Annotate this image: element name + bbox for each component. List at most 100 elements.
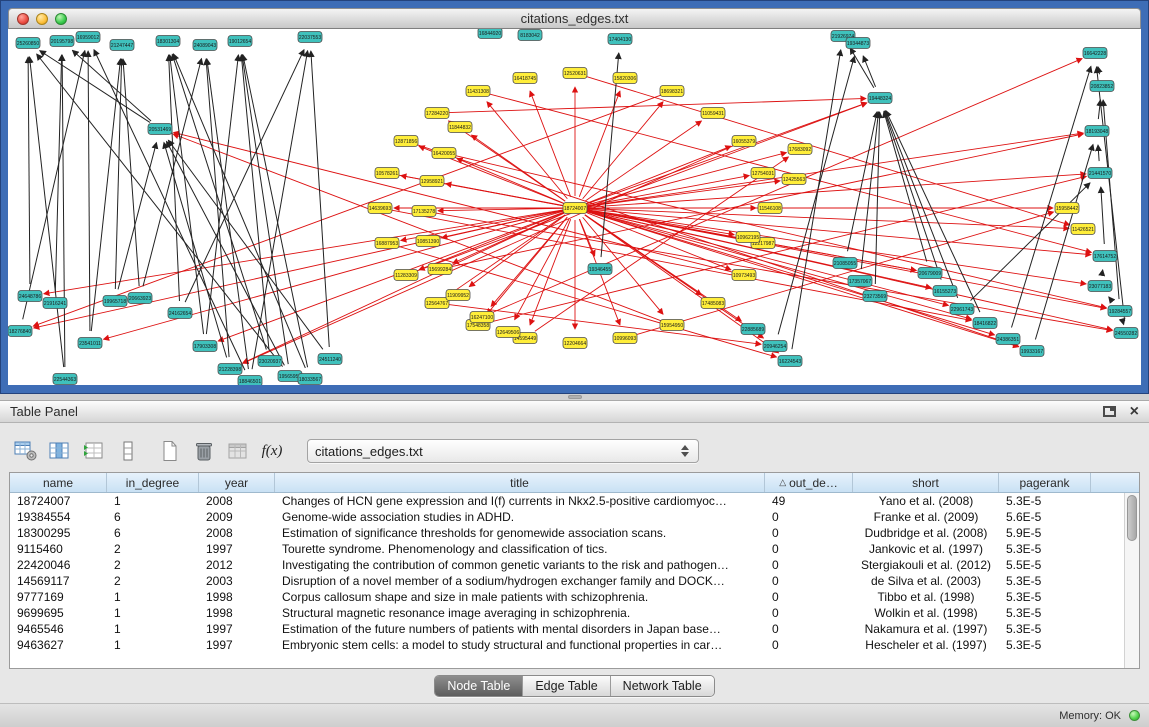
table-cell[interactable]: 5.3E-5: [999, 541, 1091, 557]
graph-edge[interactable]: [173, 54, 305, 368]
table-cell[interactable]: 6: [107, 509, 199, 525]
table-cell[interactable]: 5.6E-5: [999, 509, 1091, 525]
graph-edge[interactable]: [850, 48, 874, 88]
zoom-window-button[interactable]: [55, 13, 67, 25]
graph-edge[interactable]: [252, 51, 308, 369]
graph-node[interactable]: 23077183: [1088, 281, 1112, 292]
table-cell[interactable]: 9115460: [10, 541, 107, 557]
table-cell[interactable]: 2: [107, 573, 199, 589]
column-header-short[interactable]: short: [853, 473, 999, 492]
tab-edge-table[interactable]: Edge Table: [523, 676, 610, 696]
graph-edge[interactable]: [1011, 66, 1090, 327]
graph-edge[interactable]: [587, 208, 1069, 228]
panel-splitter[interactable]: [0, 394, 1149, 400]
graph-node[interactable]: 15699284: [428, 264, 452, 275]
graph-node[interactable]: 16418745: [513, 73, 537, 84]
graph-node[interactable]: 17485083: [701, 298, 725, 309]
graph-node[interactable]: 11909952: [446, 290, 470, 301]
table-cell[interactable]: 2008: [199, 525, 275, 541]
table-cell[interactable]: Wolkin et al. (1998): [853, 605, 999, 621]
tab-node-table[interactable]: Node Table: [435, 676, 523, 696]
table-row[interactable]: 969969511998Structural magnetic resonanc…: [10, 605, 1139, 621]
table-cell[interactable]: 22420046: [10, 557, 107, 573]
graph-node[interactable]: 24550282: [1114, 328, 1138, 339]
graph-node[interactable]: 17135278: [412, 206, 436, 217]
graph-node[interactable]: 16887953: [375, 238, 399, 249]
graph-edge[interactable]: [1101, 187, 1104, 244]
graph-node[interactable]: 12564767: [425, 298, 449, 309]
graph-node[interactable]: 17614752: [1093, 251, 1117, 262]
table-cell[interactable]: 5.3E-5: [999, 573, 1091, 589]
graph-edge[interactable]: [792, 50, 841, 349]
table-cell[interactable]: Yano et al. (2008): [853, 493, 999, 509]
graph-node[interactable]: 20679009: [918, 268, 942, 279]
table-cell[interactable]: 9463627: [10, 637, 107, 653]
graph-edge[interactable]: [72, 50, 151, 121]
graph-edge[interactable]: [847, 112, 877, 252]
table-cell[interactable]: Jankovic et al. (1997): [853, 541, 999, 557]
graph-edge[interactable]: [587, 209, 1091, 255]
graph-node[interactable]: 11546108: [758, 203, 782, 214]
table-cell[interactable]: 1: [107, 589, 199, 605]
graph-node[interactable]: 12754031: [751, 168, 775, 179]
graph-edge[interactable]: [586, 103, 867, 204]
graph-node[interactable]: 10973493: [732, 270, 756, 281]
graph-node[interactable]: 19346455: [588, 264, 612, 275]
graph-node[interactable]: 19284557: [1108, 306, 1132, 317]
graph-node[interactable]: 21085055: [833, 258, 857, 269]
graph-node[interactable]: 23273569: [863, 291, 887, 302]
table-cell[interactable]: 5.9E-5: [999, 525, 1091, 541]
graph-node[interactable]: 11844832: [448, 122, 472, 133]
tab-network-table[interactable]: Network Table: [611, 676, 714, 696]
table-row[interactable]: 946554611997Estimation of the future num…: [10, 621, 1139, 637]
column-header-title[interactable]: title: [275, 473, 765, 492]
graph-edge[interactable]: [884, 111, 927, 261]
graph-node[interactable]: 8183042: [518, 30, 542, 41]
graph-node[interactable]: 22544363: [53, 374, 77, 385]
table-cell[interactable]: 0: [765, 589, 853, 605]
graph-edge[interactable]: [449, 98, 866, 112]
table-cell[interactable]: 5.5E-5: [999, 557, 1091, 573]
graph-node[interactable]: 12871856: [394, 136, 418, 147]
network-graph-canvas[interactable]: 1872400711546108122179871097349317485083…: [8, 29, 1141, 385]
table-cell[interactable]: 1: [107, 605, 199, 621]
edit-table-button[interactable]: [79, 438, 109, 464]
graph-edge[interactable]: [1098, 145, 1099, 161]
table-cell[interactable]: 0: [765, 509, 853, 525]
table-cell[interactable]: 0: [765, 525, 853, 541]
graph-node[interactable]: 23541011: [78, 338, 102, 349]
graph-edge[interactable]: [863, 56, 875, 87]
table-cell[interactable]: 5.3E-5: [999, 621, 1091, 637]
graph-node[interactable]: 10851390: [416, 236, 440, 247]
table-cell[interactable]: 1997: [199, 541, 275, 557]
show-columns-button[interactable]: [45, 438, 75, 464]
float-panel-icon[interactable]: [1103, 406, 1116, 417]
graph-edge[interactable]: [417, 103, 867, 271]
table-cell[interactable]: 2009: [199, 509, 275, 525]
table-cell[interactable]: 0: [765, 621, 853, 637]
table-cell[interactable]: Tibbo et al. (1998): [853, 589, 999, 605]
graph-edge[interactable]: [585, 121, 702, 201]
import-table-button[interactable]: [223, 438, 253, 464]
graph-edge[interactable]: [1098, 100, 1100, 119]
network-window-titlebar[interactable]: citations_edges.txt: [8, 8, 1141, 29]
graph-node[interactable]: 18193048: [1085, 126, 1109, 137]
graph-node[interactable]: 17357067: [848, 276, 872, 287]
graph-edge[interactable]: [62, 55, 65, 367]
table-cell[interactable]: 5.3E-5: [999, 493, 1091, 509]
graph-edge[interactable]: [30, 57, 64, 367]
graph-node[interactable]: 12958921: [420, 176, 444, 187]
table-cell[interactable]: 5.3E-5: [999, 589, 1091, 605]
table-cell[interactable]: de Silva et al. (2003): [853, 573, 999, 589]
graph-node[interactable]: 12204664: [563, 338, 587, 349]
table-cell[interactable]: 1: [107, 621, 199, 637]
table-cell[interactable]: 5.3E-5: [999, 605, 1091, 621]
graph-edge[interactable]: [243, 55, 308, 368]
graph-node[interactable]: 18724007: [563, 203, 587, 214]
graph-node[interactable]: 15958442: [1055, 203, 1079, 214]
graph-edge[interactable]: [241, 55, 269, 349]
graph-node[interactable]: 11283309: [394, 270, 418, 281]
table-row[interactable]: 946362711997Embryonic stem cells: a mode…: [10, 637, 1139, 653]
graph-node[interactable]: 25260850: [16, 38, 40, 49]
graph-node[interactable]: 18033567: [298, 374, 322, 385]
